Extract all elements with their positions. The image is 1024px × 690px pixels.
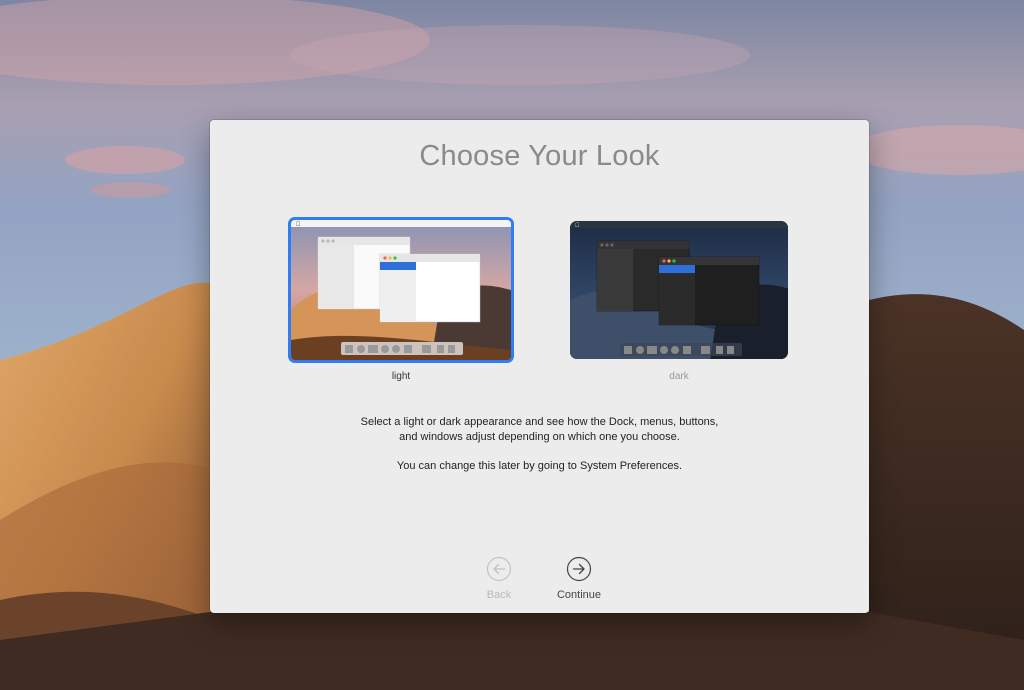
appearance-option-dark[interactable]:  — [566, 217, 792, 382]
description-paragraph-2: You can change this later by going to Sy… — [396, 460, 683, 472]
back-label: Back — [486, 589, 512, 601]
apple-icon:  — [296, 221, 301, 228]
appearance-option-light[interactable]:  — [288, 217, 514, 382]
description-line-2: and windows adjust depending on which on… — [399, 430, 680, 443]
dark-thumbnail[interactable]:  — [570, 221, 788, 359]
light-thumbnail[interactable]:  — [288, 217, 514, 363]
continue-label: Continue — [556, 589, 602, 601]
description-line-1: Select a light or dark appearance and se… — [360, 416, 719, 428]
arrow-left-circle-icon — [486, 556, 512, 582]
dark-label[interactable]: dark — [566, 371, 792, 382]
light-preview:  — [291, 220, 511, 360]
dark-preview:  — [570, 221, 788, 359]
description: Select a light or dark appearance and se… — [210, 415, 869, 489]
setup-dialog: Choose Your Look light dark Select a lig… — [210, 120, 869, 613]
apple-icon-dark:  — [575, 222, 580, 229]
page-title: Choose Your Look — [419, 140, 660, 172]
light-label[interactable]: light — [288, 371, 514, 382]
arrow-right-circle-icon — [566, 556, 592, 582]
description-paragraph-1: Select a light or dark appearance and se… — [210, 415, 869, 444]
back-button[interactable]: Back — [464, 556, 534, 601]
continue-button[interactable]: Continue — [544, 556, 614, 601]
